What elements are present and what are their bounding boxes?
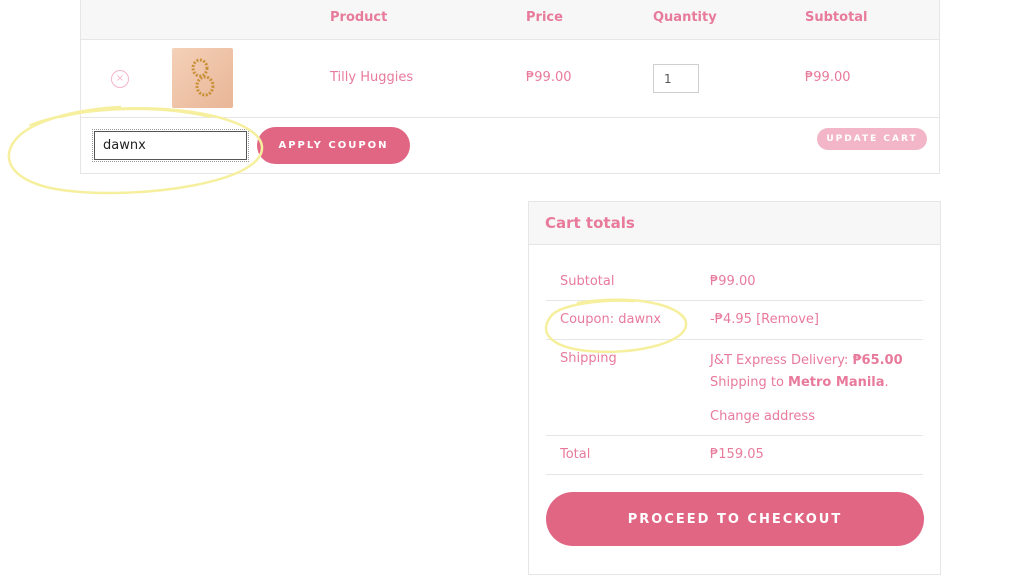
shipping-method-name: J&T Express Delivery:: [710, 353, 849, 368]
cart-actions: APPLY COUPON UPDATE CART: [81, 117, 939, 173]
cart-table: Product Price Quantity Subtotal × Tilly …: [80, 0, 940, 174]
remove-item-icon[interactable]: ×: [111, 70, 129, 88]
coupon-amount: -₱4.95: [710, 312, 752, 327]
coupon-code-input[interactable]: [92, 129, 249, 162]
product-thumbnail[interactable]: [172, 48, 233, 108]
cart-totals-panel: Cart totals Subtotal ₱99.00 Coupon: dawn…: [528, 201, 941, 575]
header-quantity: Quantity: [653, 10, 717, 25]
shipping-destination: Shipping to Metro Manila.: [710, 375, 889, 390]
shipping-cost: ₱65.00: [852, 353, 903, 368]
shipping-region: Metro Manila: [788, 375, 885, 390]
subtotal-value: ₱99.00: [710, 274, 756, 289]
product-name-link[interactable]: Tilly Huggies: [330, 70, 413, 85]
cart-item-row: × Tilly Huggies ₱99.00 ₱99.00: [81, 39, 939, 118]
header-product: Product: [330, 10, 388, 25]
change-address-link[interactable]: Change address: [710, 409, 815, 424]
shipping-method: J&T Express Delivery: ₱65.00: [710, 353, 903, 368]
apply-coupon-button[interactable]: APPLY COUPON: [257, 127, 410, 164]
product-price: ₱99.00: [526, 70, 572, 85]
totals-total-row: Total ₱159.05: [546, 436, 923, 475]
shipping-to-text: Shipping to: [710, 375, 784, 390]
shipping-period: .: [884, 375, 889, 390]
update-cart-button[interactable]: UPDATE CART: [817, 128, 927, 150]
totals-subtotal-row: Subtotal ₱99.00: [546, 262, 923, 301]
earring-image: [191, 58, 215, 97]
subtotal-label: Subtotal: [560, 274, 615, 289]
product-subtotal: ₱99.00: [805, 70, 851, 85]
coupon-label: Coupon: dawnx: [560, 312, 662, 327]
totals-shipping-row: Shipping J&T Express Delivery: ₱65.00 Sh…: [546, 339, 923, 436]
cart-totals-title: Cart totals: [529, 202, 940, 245]
totals-coupon-row: Coupon: dawnx -₱4.95 [Remove]: [546, 301, 923, 340]
total-label: Total: [560, 447, 591, 462]
remove-coupon-link[interactable]: [Remove]: [756, 312, 819, 327]
quantity-input[interactable]: [653, 64, 699, 93]
coupon-value: -₱4.95 [Remove]: [710, 312, 819, 327]
total-value: ₱159.05: [710, 447, 764, 462]
cart-table-header: Product Price Quantity Subtotal: [81, 0, 939, 40]
shipping-label: Shipping: [560, 351, 617, 366]
proceed-to-checkout-button[interactable]: PROCEED TO CHECKOUT: [546, 492, 924, 546]
header-subtotal: Subtotal: [805, 10, 868, 25]
header-price: Price: [526, 10, 563, 25]
